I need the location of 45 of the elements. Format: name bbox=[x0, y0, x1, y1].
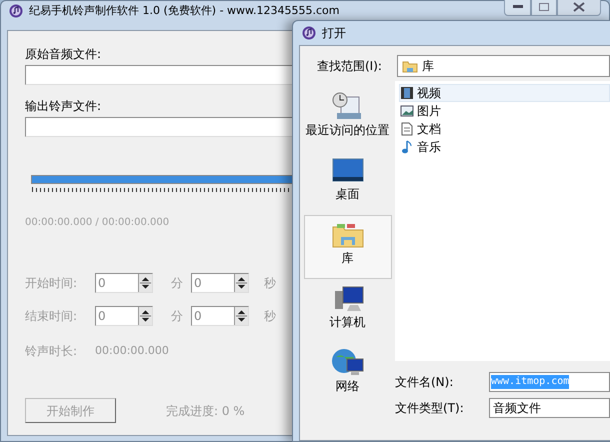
music-note-icon bbox=[302, 26, 316, 40]
picture-icon bbox=[400, 104, 414, 118]
field-label: 原始音频文件: bbox=[25, 46, 102, 63]
document-icon bbox=[400, 122, 414, 136]
time-label: 开始时间: bbox=[25, 275, 78, 292]
maximize-icon bbox=[539, 3, 549, 11]
file-name-label: 文件名(N): bbox=[395, 374, 454, 391]
time-readout: 00:00:00.000 / 00:00:00.000 bbox=[25, 217, 170, 229]
music-note-icon bbox=[400, 140, 414, 154]
field-label: 输出铃声文件: bbox=[25, 98, 102, 115]
places-item[interactable]: 桌面 bbox=[304, 151, 392, 215]
places-item[interactable]: 库 bbox=[304, 215, 392, 279]
places-item[interactable]: 最近访问的位置 bbox=[304, 87, 392, 151]
time-label: 结束时间: bbox=[25, 308, 78, 325]
duration-label: 铃声时长: bbox=[25, 343, 78, 360]
progress-label: 完成进度: 0 % bbox=[166, 402, 245, 420]
minimize-button[interactable] bbox=[504, 0, 531, 16]
film-icon bbox=[400, 86, 414, 100]
duration-value: 00:00:00.000 bbox=[95, 342, 169, 359]
spin-arrows-icon bbox=[234, 274, 248, 292]
unit-label: 秒 bbox=[264, 275, 276, 292]
file-list-item[interactable]: 音乐 bbox=[399, 138, 610, 156]
spin-arrows-icon bbox=[234, 307, 248, 325]
folder-icon bbox=[402, 59, 418, 73]
look-in-dropdown[interactable]: 库 bbox=[397, 55, 610, 77]
music-note-icon bbox=[9, 4, 23, 18]
file-list-item[interactable]: 图片 bbox=[399, 102, 610, 120]
unit-label: 分 bbox=[171, 308, 184, 325]
window-title: 纪易手机铃声制作软件 1.0 (免费软件) - www.12345555.com bbox=[29, 4, 340, 18]
look-in-label: 查找范围(I): bbox=[317, 58, 383, 75]
minimize-icon bbox=[512, 5, 522, 9]
close-button[interactable] bbox=[557, 0, 601, 16]
places-item[interactable]: 网络 bbox=[304, 343, 392, 407]
places-item[interactable]: 计算机 bbox=[304, 279, 392, 343]
unit-label: 秒 bbox=[264, 308, 276, 325]
file-type-dropdown[interactable]: 音频文件 bbox=[489, 398, 610, 418]
spin-arrows-icon bbox=[138, 274, 152, 292]
file-type-label: 文件类型(T): bbox=[395, 400, 465, 417]
dialog-title: 打开 bbox=[322, 25, 346, 42]
file-list-item[interactable]: 视频 bbox=[399, 84, 610, 102]
spin-arrows-icon bbox=[138, 307, 152, 325]
file-list-item[interactable]: 文档 bbox=[399, 120, 610, 138]
maximize-button[interactable] bbox=[531, 0, 557, 16]
unit-label: 分 bbox=[171, 275, 184, 292]
close-icon bbox=[573, 2, 585, 12]
